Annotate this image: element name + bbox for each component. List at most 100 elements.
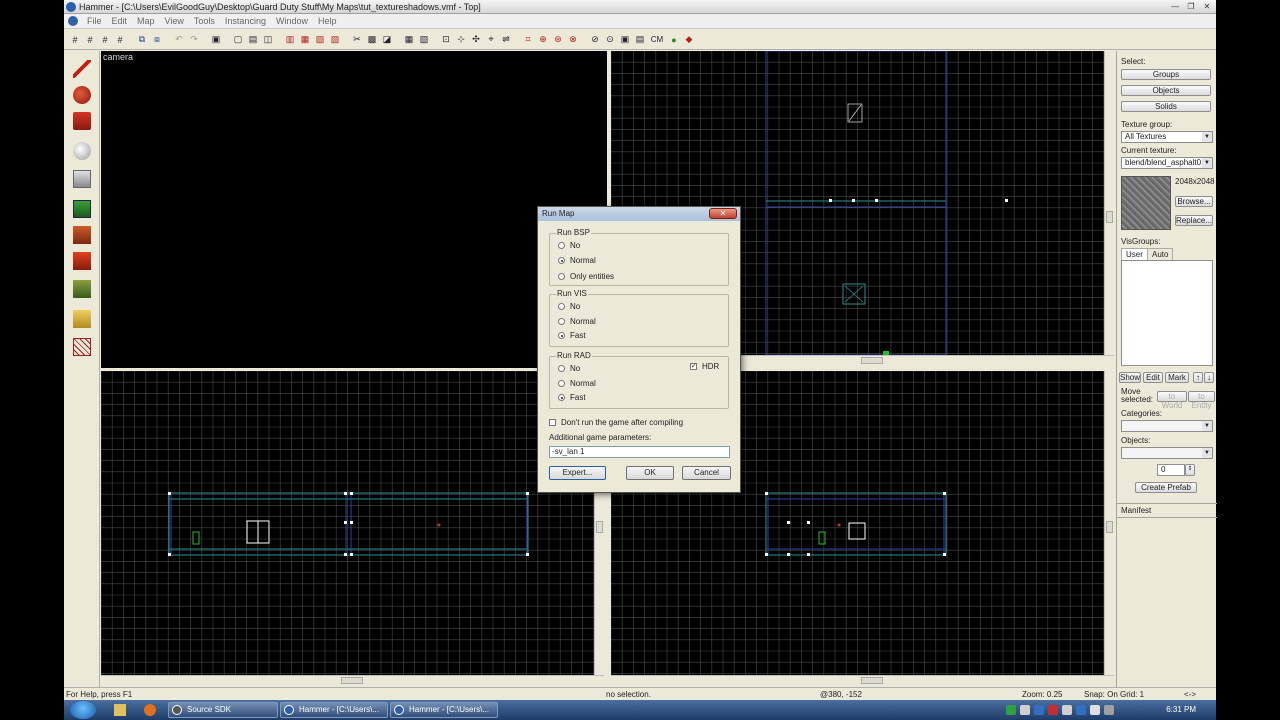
menu-help[interactable]: Help — [313, 16, 342, 26]
vertex-tool[interactable] — [68, 335, 96, 359]
to-entity-button[interactable]: to Entity — [1188, 391, 1215, 410]
menu-instancing[interactable]: Instancing — [220, 16, 271, 26]
volume-icon[interactable] — [1090, 705, 1100, 715]
ignore-groups-icon[interactable]: ⊹ — [454, 33, 468, 47]
expert-button[interactable]: Expert... — [549, 466, 606, 480]
categories-select[interactable]: ▼ — [1121, 420, 1213, 432]
decal-tool[interactable] — [68, 249, 96, 273]
block-tool[interactable] — [68, 167, 96, 191]
hdr-checkbox[interactable]: ✓ HDR — [690, 362, 719, 371]
copy-icon[interactable]: ▦ — [298, 33, 312, 47]
restore-icon[interactable]: ❐ — [1184, 1, 1198, 12]
visgroups-list[interactable] — [1121, 260, 1213, 366]
transform-icon[interactable]: ▤ — [633, 33, 647, 47]
taskbar-hammer-2[interactable]: Hammer - [C:\Users\... — [390, 702, 498, 718]
menu-map[interactable]: Map — [132, 16, 160, 26]
texture-application-tool[interactable] — [68, 197, 96, 221]
scroll-thumb[interactable] — [596, 521, 603, 533]
tab-auto[interactable]: Auto — [1147, 248, 1174, 260]
texture-icon[interactable]: ▣ — [618, 33, 632, 47]
fit-icon[interactable]: ⌗ — [521, 33, 535, 47]
clipboard-icon[interactable]: ▩ — [365, 33, 379, 47]
grid-toggle-icon[interactable]: # — [68, 33, 82, 47]
folder-icon[interactable] — [114, 704, 126, 716]
menu-edit[interactable]: Edit — [107, 16, 133, 26]
tray-icon[interactable] — [1062, 705, 1072, 715]
bsp-normal-radio[interactable]: Normal — [558, 256, 596, 265]
menu-file[interactable]: File — [82, 16, 107, 26]
selection-tool[interactable] — [68, 57, 96, 81]
network-icon[interactable] — [1076, 705, 1086, 715]
taskbar-source-sdk[interactable]: Source SDK — [168, 702, 278, 718]
rad-normal-radio[interactable]: Normal — [558, 379, 596, 388]
run-icon[interactable]: ◆ — [682, 33, 696, 47]
overlay-tool[interactable] — [68, 277, 96, 301]
redo-icon[interactable]: ↷ — [187, 33, 201, 47]
prefab-count-input[interactable]: 0 — [1157, 464, 1185, 476]
paste-icon[interactable]: ▧ — [313, 33, 327, 47]
clip-icon[interactable]: ◫ — [261, 33, 275, 47]
hatch-icon[interactable]: ▧ — [417, 33, 431, 47]
entity-icon[interactable]: ⊙ — [603, 33, 617, 47]
objects-select[interactable]: ▼ — [1121, 447, 1213, 459]
undo-icon[interactable]: ↶ — [172, 33, 186, 47]
arrow-up-icon[interactable]: ↑ — [1193, 372, 1203, 383]
camera-tool[interactable] — [68, 109, 96, 133]
menu-view[interactable]: View — [160, 16, 189, 26]
vertex-icon[interactable]: ⌖ — [484, 33, 498, 47]
run-map-icon[interactable]: ● — [667, 33, 681, 47]
tab-user[interactable]: User — [1121, 248, 1148, 260]
tray-icon[interactable] — [1048, 705, 1058, 715]
stripes-icon[interactable]: ▦ — [402, 33, 416, 47]
ungroup-icon[interactable]: ⧈ — [150, 33, 164, 47]
vis-normal-radio[interactable]: Normal — [558, 317, 596, 326]
bsp-no-radio[interactable]: No — [558, 241, 580, 250]
hollow-icon[interactable]: ▢ — [231, 33, 245, 47]
grid-3d-icon[interactable]: # — [83, 33, 97, 47]
spinner-icon[interactable]: ⇕ — [1185, 464, 1195, 476]
scroll-thumb[interactable] — [1106, 211, 1113, 223]
camera-viewport[interactable]: camera — [101, 51, 607, 368]
show-button[interactable]: Show — [1119, 372, 1141, 383]
magnify-tool[interactable] — [68, 83, 96, 107]
apply-texture-tool[interactable] — [68, 223, 96, 247]
front-viewport[interactable] — [101, 371, 594, 675]
dont-run-game-checkbox[interactable]: Don't run the game after compiling — [549, 418, 683, 427]
ok-button[interactable]: OK — [626, 466, 674, 480]
clipping-tool[interactable] — [68, 307, 96, 331]
current-texture-select[interactable]: blend/blend_asphalt01_ ▼ — [1121, 157, 1213, 169]
grid-larger-icon[interactable]: # — [113, 33, 127, 47]
cancel-button[interactable]: Cancel — [682, 466, 731, 480]
center-3d-icon[interactable]: ⊗ — [566, 33, 580, 47]
edit-button[interactable]: Edit — [1143, 372, 1163, 383]
side-view-vscroll[interactable] — [1104, 371, 1114, 675]
grid-smaller-icon[interactable]: # — [98, 33, 112, 47]
front-view-hscroll[interactable] — [101, 675, 604, 685]
rad-fast-radio[interactable]: Fast — [558, 393, 586, 402]
replace-button[interactable]: Replace... — [1175, 215, 1213, 226]
create-prefab-button[interactable]: Create Prefab — [1135, 482, 1197, 493]
start-button[interactable] — [70, 701, 96, 719]
top-view-vscroll[interactable] — [1104, 51, 1114, 355]
selection-box-icon[interactable]: ⊡ — [439, 33, 453, 47]
paste-special-icon[interactable]: ▨ — [328, 33, 342, 47]
to-world-button[interactable]: to World — [1157, 391, 1187, 410]
entity-tool[interactable] — [68, 139, 96, 163]
tools-icon[interactable]: ✣ — [469, 33, 483, 47]
close-window-icon[interactable]: ✕ — [1200, 1, 1214, 12]
tray-icon[interactable] — [1034, 705, 1044, 715]
minimize-icon[interactable]: — — [1168, 1, 1182, 12]
vis-no-radio[interactable]: No — [558, 302, 580, 311]
texture-preview[interactable] — [1121, 176, 1171, 230]
vis-fast-radio[interactable]: Fast — [558, 331, 586, 340]
game-params-input[interactable]: -sv_lan 1 — [549, 446, 730, 458]
select-solids-button[interactable]: Solids — [1121, 101, 1211, 112]
arrow-down-icon[interactable]: ↓ — [1204, 372, 1214, 383]
side-view-hscroll[interactable] — [611, 675, 1114, 685]
menu-window[interactable]: Window — [271, 16, 313, 26]
browser-icon[interactable] — [144, 704, 156, 716]
select-objects-button[interactable]: Objects — [1121, 85, 1211, 96]
tray-icon[interactable] — [1104, 705, 1114, 715]
texture-lock-icon[interactable]: ▤ — [246, 33, 260, 47]
bsp-only-entities-radio[interactable]: Only entities — [558, 272, 614, 281]
